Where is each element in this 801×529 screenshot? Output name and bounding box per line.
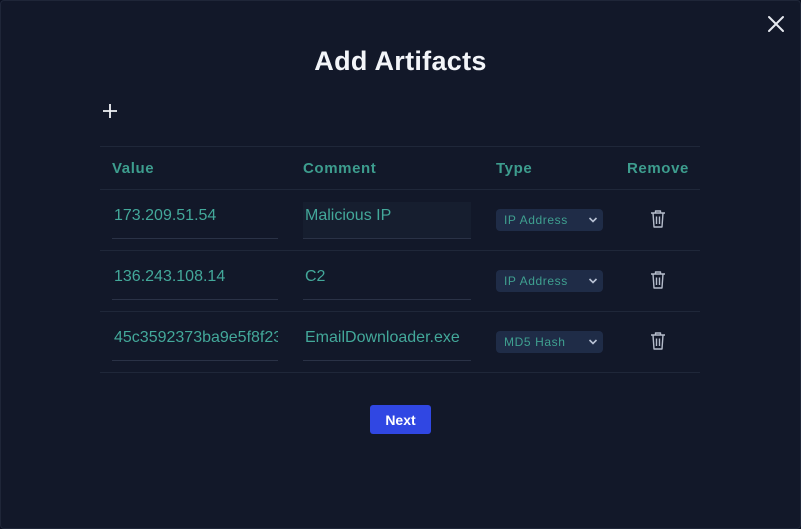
chevron-down-icon bbox=[588, 278, 598, 284]
type-select[interactable]: IP Address bbox=[496, 270, 603, 292]
comment-input[interactable]: C2 bbox=[303, 263, 471, 300]
type-select-value: MD5 Hash bbox=[504, 335, 566, 349]
remove-button[interactable] bbox=[650, 209, 666, 229]
value-input[interactable]: 173.209.51.54 bbox=[112, 202, 278, 239]
remove-button[interactable] bbox=[650, 331, 666, 351]
trash-icon bbox=[651, 271, 665, 289]
remove-button[interactable] bbox=[650, 270, 666, 290]
add-artifacts-dialog: Add Artifacts Value Comment Type Remove … bbox=[0, 0, 801, 529]
dialog-title: Add Artifacts bbox=[314, 46, 487, 76]
table-row: 173.209.51.54 Malicious IP IP Address bbox=[100, 190, 700, 251]
header-value: Value bbox=[112, 160, 155, 177]
type-select-value: IP Address bbox=[504, 213, 568, 227]
table-row: 45c3592373ba9e5f8f23 EmailDownloader.exe… bbox=[100, 312, 700, 373]
trash-icon bbox=[651, 332, 665, 350]
header-comment: Comment bbox=[303, 160, 377, 177]
plus-icon bbox=[103, 104, 117, 118]
chevron-down-icon bbox=[588, 339, 598, 345]
header-remove: Remove bbox=[627, 160, 689, 177]
type-select-value: IP Address bbox=[504, 274, 568, 288]
value-input[interactable]: 136.243.108.14 bbox=[112, 263, 278, 300]
close-icon[interactable] bbox=[766, 14, 786, 34]
add-artifact-button[interactable] bbox=[101, 102, 119, 120]
chevron-down-icon bbox=[588, 217, 598, 223]
table-header: Value Comment Type Remove bbox=[100, 147, 700, 190]
comment-input[interactable]: Malicious IP bbox=[303, 202, 471, 239]
artifacts-table: Value Comment Type Remove 173.209.51.54 … bbox=[100, 146, 700, 373]
next-button[interactable]: Next bbox=[370, 405, 431, 434]
trash-icon bbox=[651, 210, 665, 228]
value-input[interactable]: 45c3592373ba9e5f8f23 bbox=[112, 324, 278, 361]
comment-input[interactable]: EmailDownloader.exe bbox=[303, 324, 471, 361]
type-select[interactable]: IP Address bbox=[496, 209, 603, 231]
header-type: Type bbox=[496, 160, 533, 177]
type-select[interactable]: MD5 Hash bbox=[496, 331, 603, 353]
table-row: 136.243.108.14 C2 IP Address bbox=[100, 251, 700, 312]
